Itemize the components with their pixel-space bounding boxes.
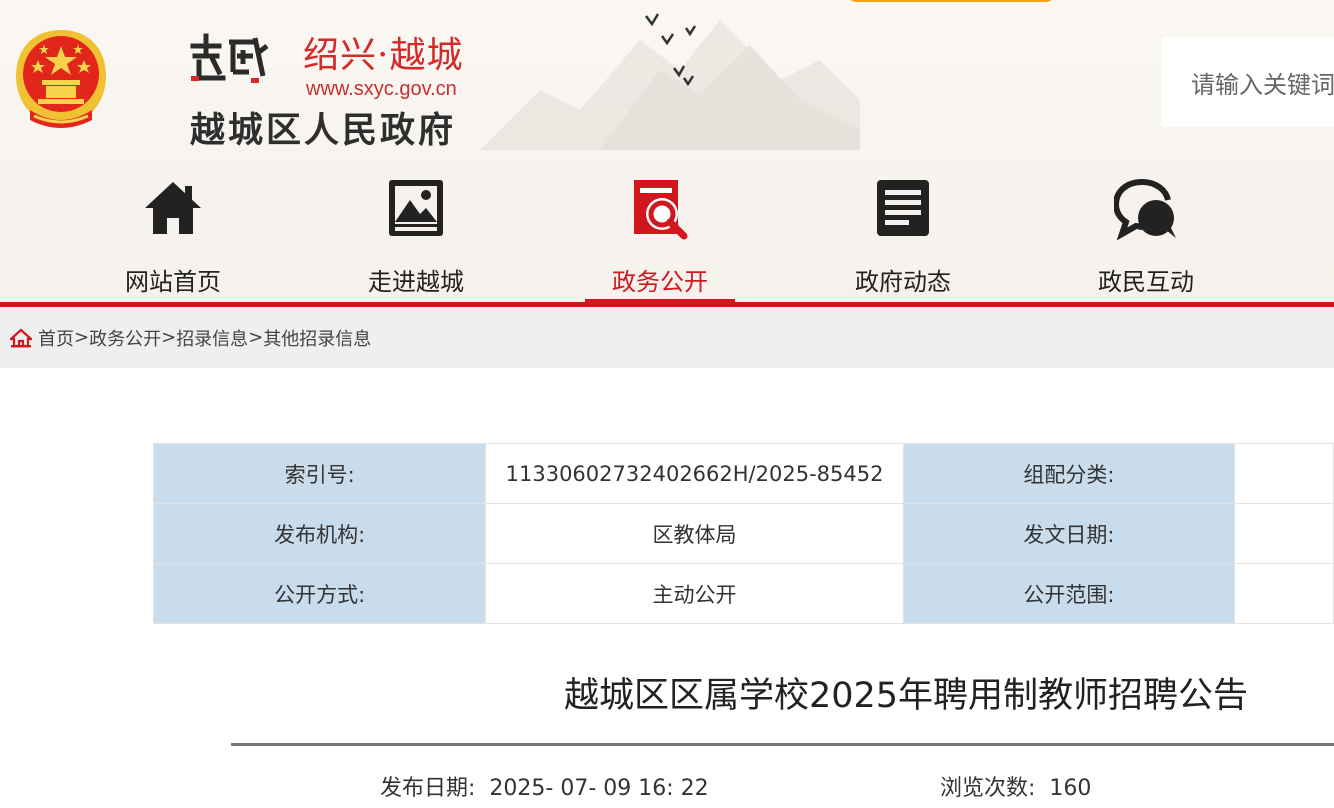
document-search-icon: [634, 180, 688, 240]
breadcrumb-separator: >: [74, 327, 90, 348]
open-mode-label: 公开方式:: [152, 563, 487, 624]
home-icon: [145, 182, 201, 234]
open-scope-label: 公开范围:: [902, 563, 1236, 624]
open-mode-value: 主动公开: [485, 563, 904, 624]
nav-item-home[interactable]: 网站首页: [98, 170, 248, 302]
category-value: [1234, 443, 1334, 504]
yuecheng-logo-icon: [190, 33, 269, 83]
publish-date: 发布日期: 2025- 07- 09 16: 22: [380, 770, 709, 802]
publish-date-value: 2025- 07- 09 16: 22: [489, 776, 709, 801]
nav-item-interaction[interactable]: 政民互动: [1071, 170, 1221, 302]
breadcrumb-recruitment[interactable]: 招录信息: [176, 325, 248, 351]
city-name: 绍兴·越城: [303, 35, 464, 76]
document-meta-table: 索引号: 11330602732402662H/2025-85452 组配分类:…: [152, 443, 1334, 624]
search-tab-accent: [848, 0, 1054, 2]
national-emblem-icon: [16, 30, 106, 128]
doc-date-label: 发文日期:: [902, 503, 1236, 564]
publisher-label: 发布机构:: [152, 503, 487, 564]
search-input[interactable]: 请输入关键词: [1161, 37, 1334, 127]
gov-name-title[interactable]: 越城区人民政府: [190, 102, 456, 153]
breadcrumb-separator: >: [161, 327, 177, 348]
news-icon: [877, 180, 929, 236]
site-url[interactable]: www.sxyc.gov.cn: [306, 78, 457, 101]
article-title: 越城区区属学校2025年聘用制教师招聘公告: [563, 676, 1249, 716]
breadcrumb-separator: >: [248, 327, 264, 348]
publisher-value: 区教体局: [485, 503, 904, 564]
view-count: 浏览次数: 160: [940, 770, 1091, 802]
open-scope-value: [1234, 563, 1334, 624]
publish-date-label: 发布日期:: [380, 776, 476, 801]
breadcrumb-other-recruitment[interactable]: 其他招录信息: [263, 325, 371, 351]
home-icon: [10, 328, 32, 347]
breadcrumb-home[interactable]: 首页: [38, 325, 74, 351]
index-no-label: 索引号:: [152, 443, 487, 504]
breadcrumb: 首页 > 政务公开 > 招录信息 > 其他招录信息: [0, 307, 1334, 368]
doc-date-value: [1234, 503, 1334, 564]
search-placeholder: 请输入关键词: [1191, 70, 1334, 99]
view-count-value: 160: [1049, 776, 1092, 801]
breadcrumb-gov-affairs[interactable]: 政务公开: [89, 325, 161, 351]
chat-icon: [1114, 179, 1176, 240]
table-row: 公开方式: 主动公开 公开范围:: [152, 563, 1334, 624]
nav-item-gov-news[interactable]: 政府动态: [828, 170, 978, 302]
title-divider: [231, 743, 1334, 746]
picture-icon: [389, 180, 443, 236]
birds-decoration: [645, 13, 697, 87]
table-row: 发布机构: 区教体局 发文日期:: [152, 503, 1334, 564]
view-count-label: 浏览次数:: [940, 776, 1036, 801]
nav-item-about[interactable]: 走进越城: [341, 170, 491, 302]
index-no-value: 11330602732402662H/2025-85452: [485, 443, 904, 504]
nav-item-gov-affairs[interactable]: 政务公开: [585, 170, 735, 302]
table-row: 索引号: 11330602732402662H/2025-85452 组配分类:: [152, 443, 1334, 504]
category-label: 组配分类:: [902, 443, 1236, 504]
